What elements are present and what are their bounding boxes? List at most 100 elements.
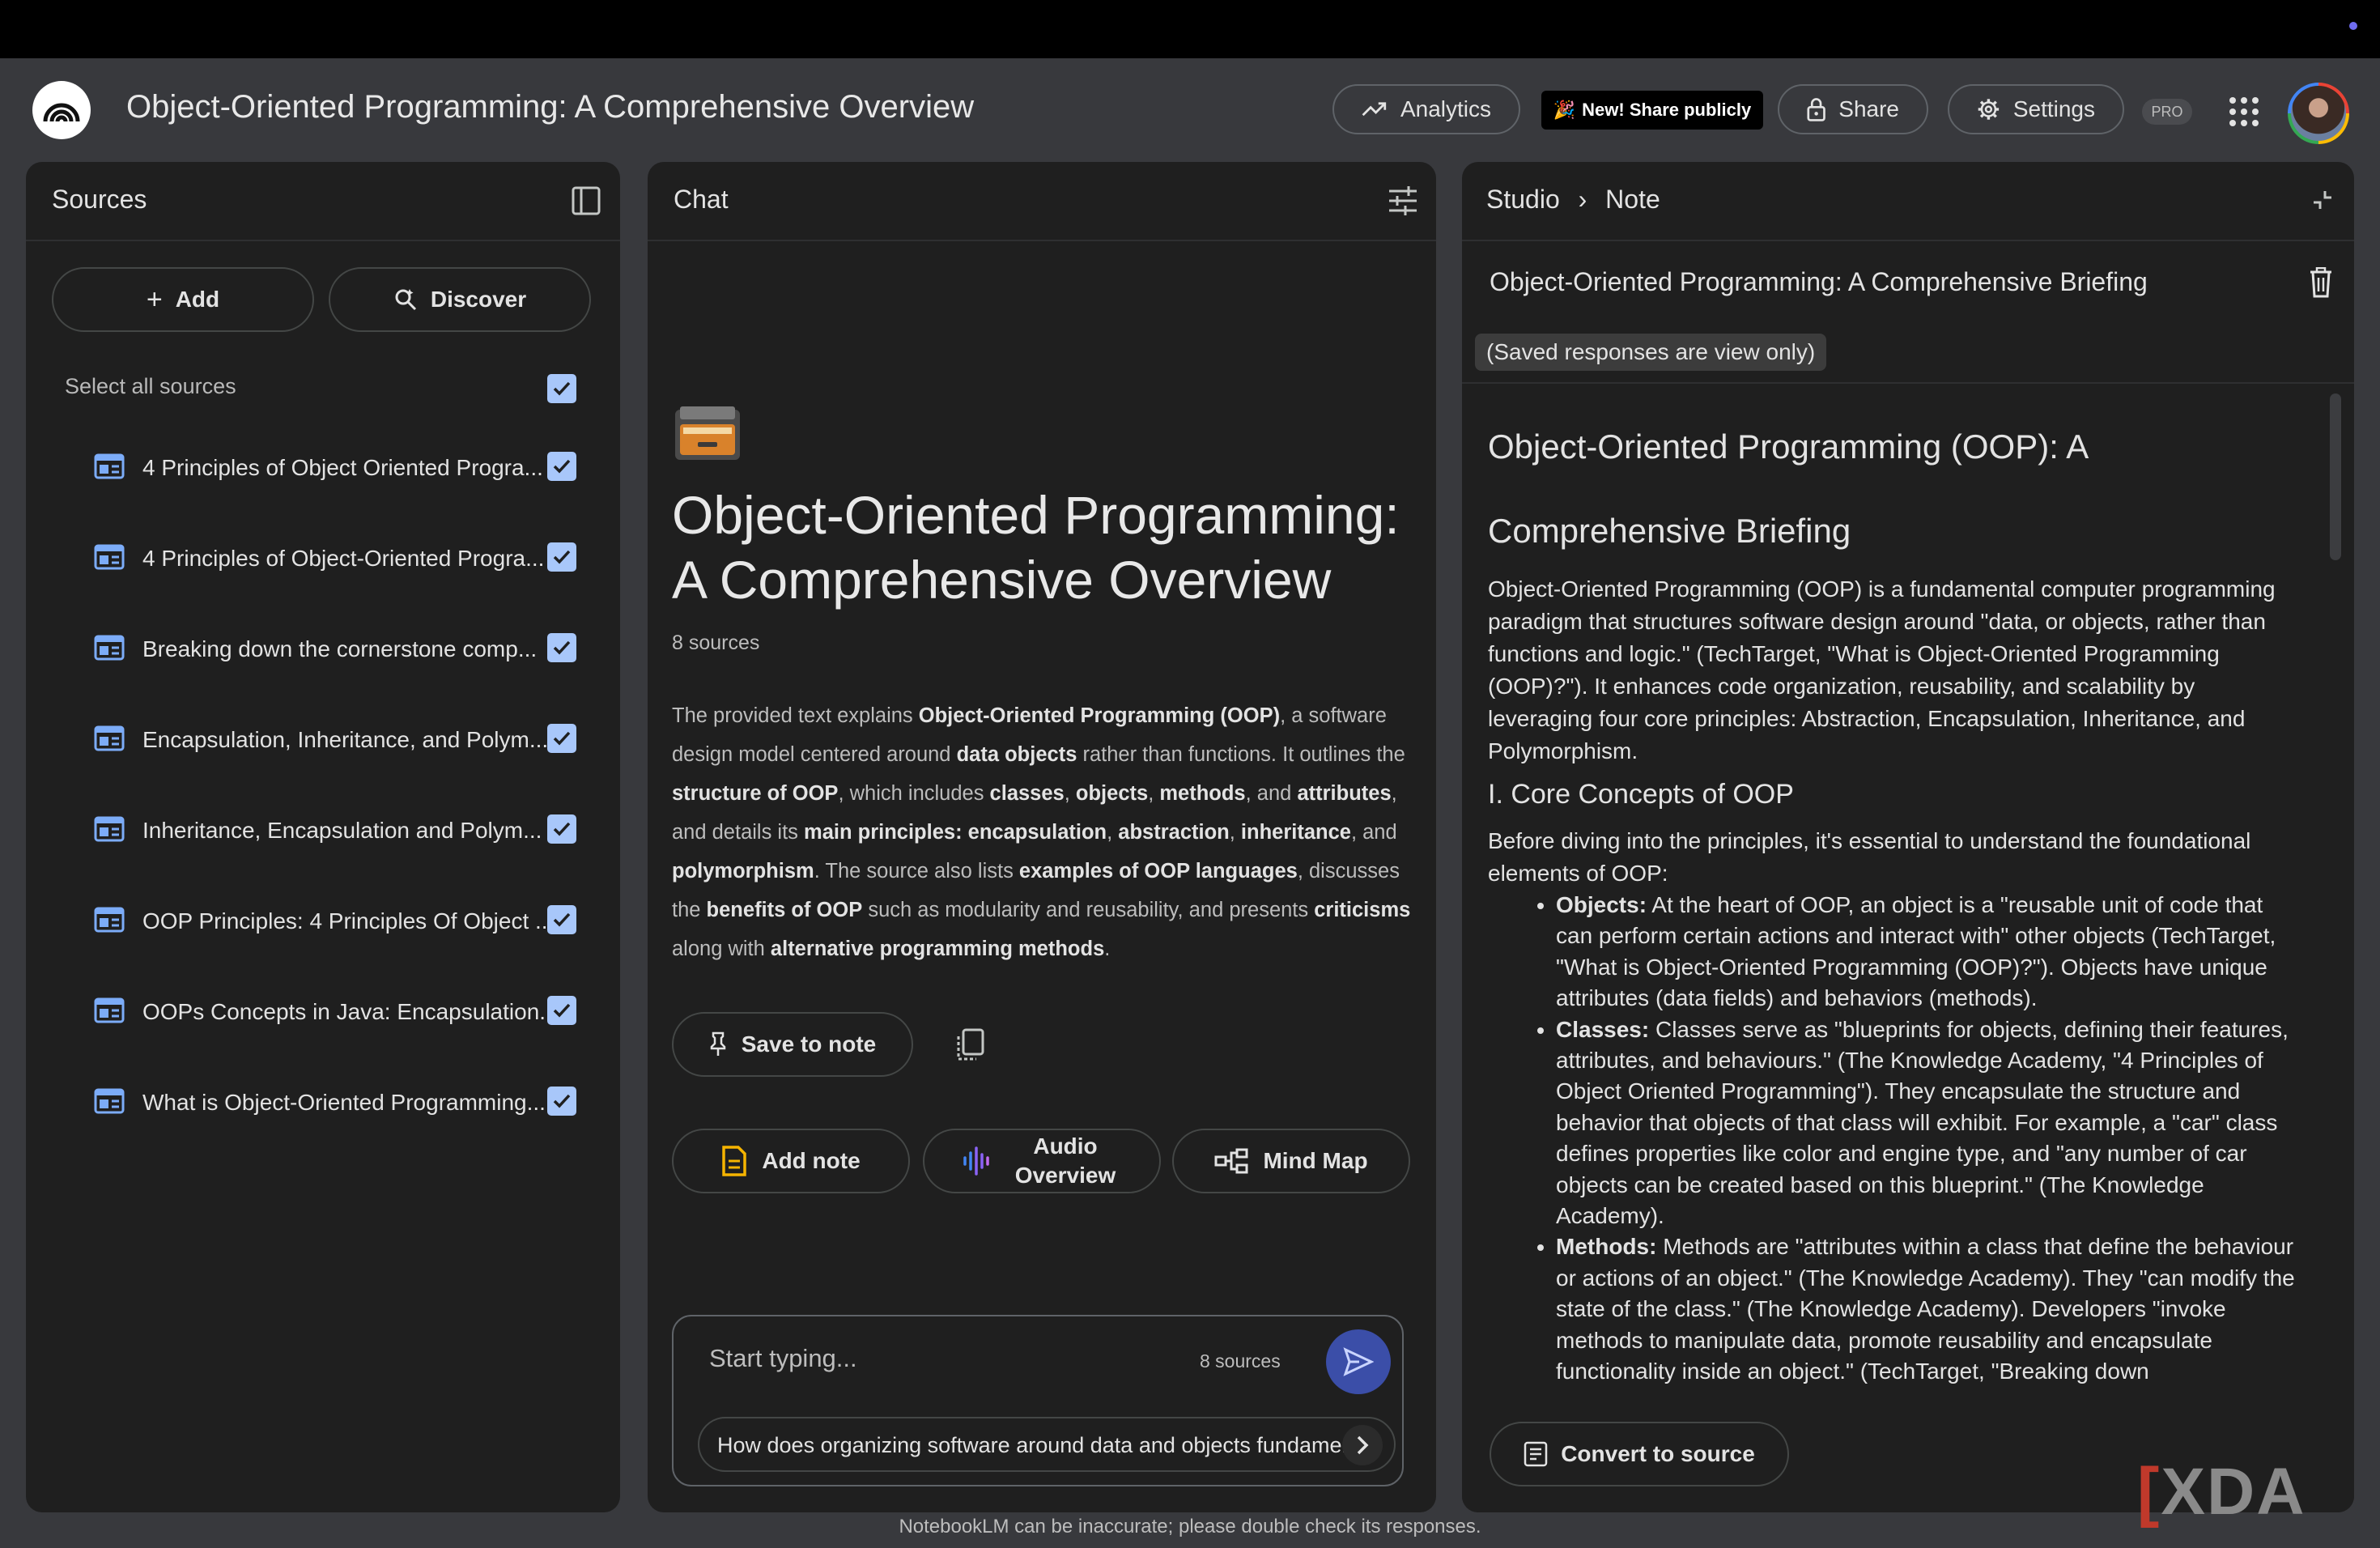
app-header: Object-Oriented Programming: A Comprehen… [0, 58, 2380, 164]
checkmark-icon [553, 459, 571, 474]
source-item-label: OOP Principles: 4 Principles Of Object .… [142, 908, 555, 933]
convert-source-icon [1524, 1441, 1548, 1467]
checkmark-icon [553, 822, 571, 836]
chat-input[interactable]: Start typing... [709, 1344, 857, 1373]
source-checkbox[interactable] [547, 1087, 576, 1116]
breadcrumb-studio[interactable]: Studio [1486, 185, 1560, 214]
settings-button[interactable]: Settings [1948, 84, 2124, 134]
note-content: Object-Oriented Programming (OOP): A Com… [1488, 405, 2306, 1512]
source-item[interactable]: OOPs Concepts in Java: Encapsulation... [65, 988, 599, 1036]
source-checkbox[interactable] [547, 996, 576, 1025]
source-item[interactable]: Breaking down the cornerstone comp... [65, 625, 599, 674]
list-item: Methods: Methods are "attributes within … [1556, 1231, 2306, 1387]
pin-icon [710, 1031, 725, 1056]
chevron-right-icon [1357, 1435, 1369, 1455]
share-button[interactable]: Share [1778, 84, 1928, 134]
trending-up-icon [1362, 102, 1387, 117]
user-avatar[interactable] [2288, 83, 2349, 144]
add-note-label: Add note [762, 1148, 861, 1173]
checkmark-icon [553, 381, 571, 396]
select-all-checkbox[interactable] [547, 374, 576, 403]
source-item-label: 4 Principles of Object Oriented Progra..… [142, 455, 543, 480]
mind-map-button[interactable]: Mind Map [1172, 1129, 1410, 1193]
source-checkbox[interactable] [547, 905, 576, 934]
checkmark-icon [553, 1094, 571, 1108]
suggested-question[interactable]: How does organizing software around data… [698, 1417, 1396, 1472]
send-icon [1343, 1347, 1374, 1376]
studio-panel: Studio › Note Object-Oriented Programmin… [1462, 162, 2354, 1512]
source-item-label: Breaking down the cornerstone comp... [142, 636, 538, 661]
file-cabinet-icon [675, 406, 740, 460]
checkmark-icon [553, 640, 571, 655]
web-source-icon [94, 725, 125, 751]
source-item[interactable]: What is Object-Oriented Programming... [65, 1078, 599, 1127]
collapse-panel-icon[interactable] [572, 186, 601, 215]
web-source-icon [94, 635, 125, 661]
source-checkbox[interactable] [547, 542, 576, 572]
web-source-icon [94, 453, 125, 479]
notebooklm-logo-icon [43, 103, 80, 122]
analytics-button[interactable]: Analytics [1332, 84, 1520, 134]
sources-title: Sources [52, 185, 147, 214]
discover-sources-button[interactable]: Discover [329, 267, 591, 332]
source-item[interactable]: Encapsulation, Inheritance, and Polym... [65, 716, 599, 764]
notebooklm-logo[interactable] [32, 81, 91, 139]
new-share-label: New! Share publicly [1582, 100, 1752, 120]
divider [1462, 382, 2354, 384]
checkmark-icon [553, 1003, 571, 1018]
input-source-count: 8 sources [1200, 1350, 1281, 1372]
trash-icon[interactable] [2309, 267, 2333, 298]
add-label: Add [175, 287, 220, 312]
gear-icon [1978, 99, 2000, 120]
concept-list: Objects: At the heart of OOP, an object … [1488, 890, 2306, 1388]
audio-overview-label: Audio Overview [1014, 1133, 1116, 1188]
notebook-title[interactable]: Object-Oriented Programming: A Comprehen… [126, 89, 974, 125]
lock-icon [1807, 98, 1825, 121]
chat-title: Chat [674, 185, 729, 214]
source-item-label: What is Object-Oriented Programming... [142, 1090, 546, 1115]
mind-map-label: Mind Map [1263, 1148, 1368, 1173]
web-source-icon [94, 1088, 125, 1114]
sources-panel: Sources + Add Discover Select all source… [26, 162, 620, 1512]
audio-overview-button[interactable]: Audio Overview [923, 1129, 1161, 1193]
checkmark-icon [553, 912, 571, 927]
add-note-button[interactable]: Add note [672, 1129, 910, 1193]
source-item[interactable]: 4 Principles of Object-Oriented Progra..… [65, 534, 599, 583]
source-checkbox[interactable] [547, 633, 576, 662]
send-button[interactable] [1326, 1329, 1391, 1394]
notebook-summary: The provided text explains Object-Orient… [672, 704, 1411, 960]
source-item-label: OOPs Concepts in Java: Encapsulation... [142, 999, 559, 1024]
source-checkbox[interactable] [547, 724, 576, 753]
source-item-label: Encapsulation, Inheritance, and Polym... [142, 727, 549, 752]
source-count: 8 sources [672, 632, 760, 654]
source-item[interactable]: 4 Principles of Object Oriented Progra..… [65, 444, 599, 492]
convert-to-source-button[interactable]: Convert to source [1490, 1422, 1789, 1486]
party-popper-icon: 🎉 [1553, 100, 1576, 120]
apps-grid-icon[interactable] [2228, 96, 2260, 128]
new-share-publicly-badge[interactable]: 🎉 New! Share publicly [1541, 91, 1763, 130]
disclaimer-text: NotebookLM can be inaccurate; please dou… [899, 1516, 1481, 1537]
save-to-note-button[interactable]: Save to note [672, 1012, 913, 1077]
copy-icon[interactable] [955, 1028, 988, 1062]
mind-map-icon [1214, 1148, 1248, 1174]
chat-panel: Chat Object-Oriented Programming: A Comp… [648, 162, 1436, 1512]
suggestion-arrow-button[interactable] [1342, 1425, 1383, 1465]
collapse-icon[interactable] [2310, 188, 2335, 212]
chat-options-icon[interactable] [1388, 185, 1418, 217]
source-item-label: 4 Principles of Object-Oriented Progra..… [142, 546, 545, 571]
source-checkbox[interactable] [547, 452, 576, 481]
discover-label: Discover [430, 287, 527, 312]
web-source-icon [94, 816, 125, 842]
chat-input-box: Start typing... 8 sources How does organ… [672, 1315, 1404, 1486]
studio-breadcrumb: Studio › Note [1486, 185, 1660, 215]
convert-label: Convert to source [1561, 1441, 1755, 1466]
source-item[interactable]: OOP Principles: 4 Principles Of Object .… [65, 897, 599, 946]
avatar-image [2291, 86, 2346, 141]
note-scrollbar[interactable] [2330, 393, 2341, 560]
source-item[interactable]: Inheritance, Encapsulation and Polym... [65, 806, 599, 855]
web-source-icon [94, 997, 125, 1023]
note-icon [722, 1146, 747, 1176]
source-checkbox[interactable] [547, 814, 576, 844]
studio-panel-header: Studio › Note [1462, 162, 2354, 241]
add-source-button[interactable]: + Add [52, 267, 314, 332]
